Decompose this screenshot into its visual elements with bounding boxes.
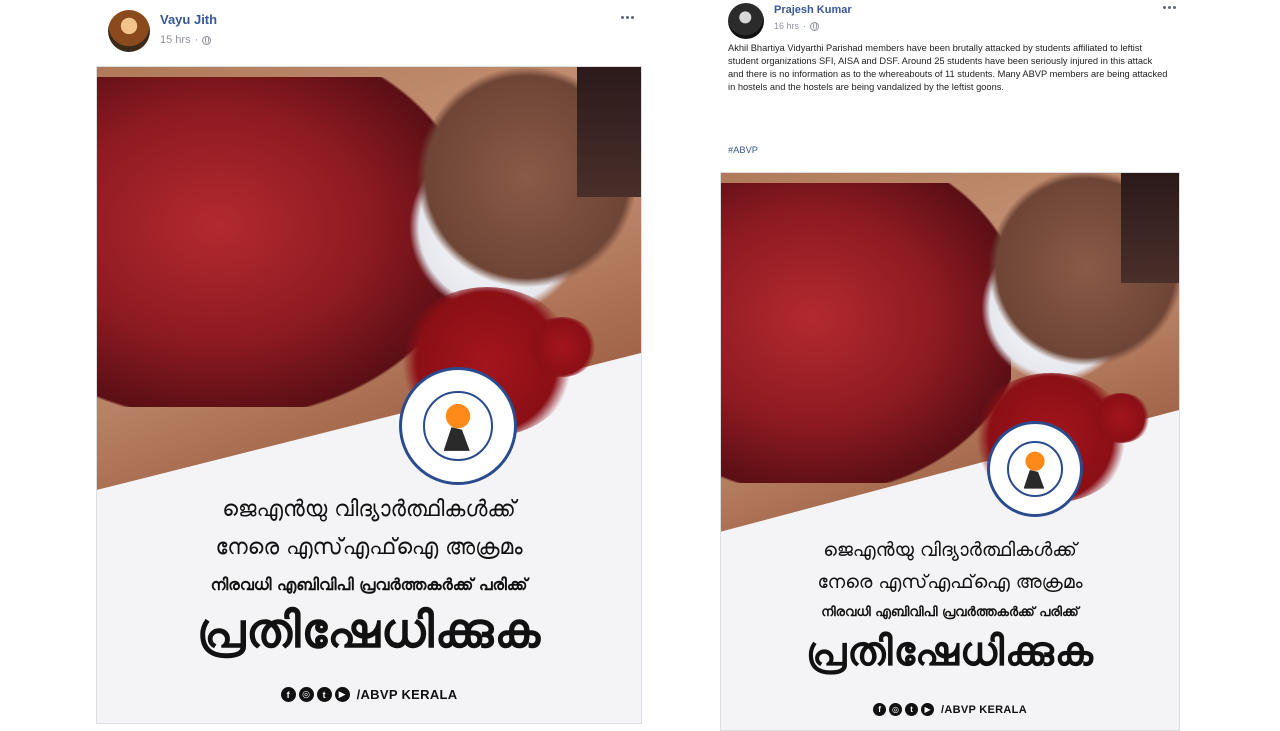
author-name[interactable]: Prajesh Kumar [774,4,852,16]
hashtag-link[interactable]: #ABVP [728,145,758,155]
post-image[interactable]: ജെഎൻയു വിദ്യാർത്ഥികൾക്ക് നേരെ എസ്എഫ്ഐ അക… [720,172,1180,731]
poster-line-1: ജെഎൻയു വിദ്യാർത്ഥികൾക്ക് [222,497,516,522]
poster-headline: പ്രതിഷേധിക്കുക [806,629,1094,675]
globe-icon[interactable] [810,21,820,31]
author-name[interactable]: Vayu Jith [160,12,217,27]
meta-separator: · [803,21,807,31]
abvp-logo [399,367,517,485]
post-meta: 16 hrs · [774,21,820,31]
youtube-icon: ▶ [921,703,935,716]
youtube-icon: ▶ [334,687,350,702]
poster-line-2: നേരെ എസ്എഫ്ഐ അക്രമം [817,571,1083,593]
poster-headline: പ്രതിഷേധിക്കുക [196,603,542,659]
poster-line-3: നിരവധി എബിവിപി പ്രവർത്തകർക്ക് പരിക്ക് [821,605,1079,620]
avatar[interactable] [728,3,764,39]
facebook-icon: f [280,687,296,702]
post-image[interactable]: ജെഎൻയു വിദ്യാർത്ഥികൾക്ക് നേരെ എസ്എഫ്ഐ അക… [96,66,642,724]
blood-splatter [527,317,597,377]
twitter-icon: t [316,687,332,702]
blood-splatter [1091,393,1151,443]
facebook-icon: f [873,703,887,716]
instagram-icon: ◎ [889,703,903,716]
post-time[interactable]: 16 hrs [774,21,799,31]
social-handles: f ◎ t ▶ /ABVP KERALA [721,703,1179,716]
twitter-icon: t [905,703,919,716]
social-handle-text: /ABVP KERALA [356,687,458,702]
abvp-logo [987,421,1083,517]
more-options-icon[interactable] [621,16,634,19]
social-handle-text: /ABVP KERALA [941,703,1027,716]
instagram-icon: ◎ [298,687,314,702]
poster-line-1: ജെഎൻയു വിദ്യാർത്ഥികൾക്ക് [823,539,1077,561]
meta-separator: · [194,34,199,46]
post-caption: Akhil Bhartiya Vidyarthi Parishad member… [728,43,1168,92]
globe-icon[interactable] [202,35,212,45]
facebook-post-vayu-jith: Vayu Jith 15 hrs · ജെഎൻയു വിദ്യാർത്ഥികൾക… [96,4,642,724]
more-options-icon[interactable] [1163,6,1176,9]
social-handles: f ◎ t ▶ /ABVP KERALA [97,687,641,702]
post-time[interactable]: 15 hrs [160,34,191,46]
post-meta: 15 hrs · [160,34,212,46]
poster-line-3: നിരവധി എബിവിപി പ്രവർത്തകർക്ക് പരിക്ക് [210,575,528,594]
facebook-post-prajesh-kumar: Prajesh Kumar 16 hrs · Akhil Bhartiya Vi… [720,0,1182,731]
poster-line-2: നേരെ എസ്എഫ്ഐ അക്രമം [215,535,523,560]
avatar[interactable] [108,10,150,52]
post-header: Vayu Jith 15 hrs · [96,4,642,60]
